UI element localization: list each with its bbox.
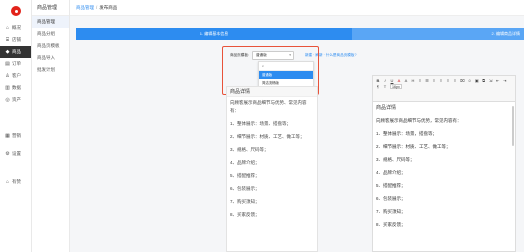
nav-label: 客户 xyxy=(12,73,21,78)
text-icon[interactable]: T xyxy=(383,84,387,89)
clear-format-icon[interactable]: ⌧ xyxy=(460,78,465,83)
preview-title: 商品详情 xyxy=(227,87,317,97)
dropdown-option-normal[interactable]: 普通版 xyxy=(259,71,313,79)
preview-body: 向顾客展示商品细节与优势、常见内容有： 1、整体展示：场景、搭盘等； 2、细节展… xyxy=(227,97,317,226)
emoji-icon[interactable]: ☺ xyxy=(468,78,472,83)
breadcrumb: 商品管理 / 发布商品 xyxy=(70,0,524,16)
preview-line: 2、细节展示：材质、工艺、做工等； xyxy=(230,133,305,139)
chart-icon: ▥ xyxy=(5,84,10,91)
preview-line: 4、品牌介绍； xyxy=(230,159,260,165)
sub-item-page-template[interactable]: 商品页模板 xyxy=(32,40,69,52)
align-center-button[interactable]: ☰ xyxy=(425,78,429,83)
nav-item-settings[interactable]: ⚙ 设置 xyxy=(0,148,31,160)
preview-line: 5、搭配推荐； xyxy=(230,172,260,178)
secondary-sidebar: 商品管理 商品管理 商品分组 商品页模板 商品导入 批发计划 xyxy=(32,0,70,252)
rich-text-editor: B I U A A H ≡ ☰ ≡ ≡ ≡ ≡ ⌧ ☺ ▣ ⧉ ⇲ ⇤ ⇥ ¶ … xyxy=(372,75,516,252)
editor-line: 4．品牌介绍； xyxy=(376,169,406,175)
italic-button[interactable]: I xyxy=(383,78,387,83)
nav-item-customers[interactable]: ♙ 客户 xyxy=(0,70,31,82)
link-icon[interactable]: ⇲ xyxy=(489,78,493,83)
preview-line: 3、规格、尺码等； xyxy=(230,146,269,152)
table-icon[interactable]: ⧉ xyxy=(482,78,486,83)
font-size-select[interactable]: 16px xyxy=(390,84,402,89)
bg-color-button[interactable]: A xyxy=(404,78,408,83)
nav-label: 订单 xyxy=(12,61,21,66)
step-bar: 1. 编辑基本信息 2. 编辑商品详情 xyxy=(76,28,524,40)
nav-item-marketing[interactable]: ▦ 营销 xyxy=(0,130,31,142)
preview-line: 6、包装展示； xyxy=(230,185,260,191)
underline-button[interactable]: U xyxy=(390,78,394,83)
list-ol-button[interactable]: ≡ xyxy=(439,78,443,83)
preview-line: 1、整体展示：场景、搭盘等； xyxy=(230,120,292,126)
subbar-title: 商品管理 xyxy=(32,0,69,16)
marketing-icon: ▦ xyxy=(5,132,10,139)
nav-label: 营销 xyxy=(12,133,21,138)
nav-item-data[interactable]: ▥ 数据 xyxy=(0,82,31,94)
nav-item-assets[interactable]: ◎ 资产 xyxy=(0,94,31,106)
editor-line: 向顾客展示商品细节与优势，常见内容有： xyxy=(376,117,462,123)
align-right-button[interactable]: ≡ xyxy=(432,78,436,83)
sub-item-goods-group[interactable]: 商品分组 xyxy=(32,28,69,40)
editor-line: 2．细节展示：材质、工艺、做工等； xyxy=(376,143,451,149)
step-edit-basic[interactable]: 1. 编辑基本信息 xyxy=(76,28,358,40)
sub-item-wholesale[interactable]: 批发计划 xyxy=(32,64,69,76)
wallet-icon: ◎ xyxy=(5,96,10,103)
editor-line: 6．包装展示； xyxy=(376,195,406,201)
editor-line: 7．购买须知； xyxy=(376,208,406,214)
list-ul-button[interactable]: ≡ xyxy=(446,78,450,83)
logo[interactable] xyxy=(0,0,32,22)
breadcrumb-separator: / xyxy=(96,5,98,10)
shop-icon: ⌸ xyxy=(5,36,9,43)
font-color-button[interactable]: A xyxy=(397,78,401,83)
nav-label: 资产 xyxy=(12,97,21,102)
editor-line: 5．搭配推荐； xyxy=(376,182,406,188)
main-sidebar: ⌂ 概况 ⌸ 店铺 ◆ 商品 ▤ 订单 ♙ 客户 ▥ 数据 ◎ 资产 ▦ 营销 ⚙ 设置 ⌂ 有赞 xyxy=(0,0,32,252)
outdent-icon[interactable]: ⇤ xyxy=(496,78,500,83)
search-icon: ⌕ xyxy=(262,64,265,68)
nav-item-orders[interactable]: ▤ 订单 xyxy=(0,58,31,70)
heading-button[interactable]: H xyxy=(411,78,415,83)
nav-label: 有赞 xyxy=(12,179,21,184)
preview-line: 8、买家反馈； xyxy=(230,211,260,217)
indent-icon[interactable]: ⇥ xyxy=(503,78,507,83)
nav-label: 店铺 xyxy=(12,37,21,42)
order-icon: ▤ xyxy=(5,60,10,67)
breadcrumb-parent[interactable]: 商品管理 xyxy=(76,5,94,11)
preview-line: 向顾客展示商品细节与优势、常见内容有： xyxy=(230,100,307,113)
nav-label: 商品 xyxy=(12,49,21,54)
editor-line: 3．规格、尺码等； xyxy=(376,156,415,162)
editor-heading: 商品详情 xyxy=(376,105,397,111)
bold-button[interactable]: B xyxy=(376,78,380,83)
sub-item-goods-manage[interactable]: 商品管理 xyxy=(32,16,69,28)
step-edit-detail[interactable]: 2. 编辑商品详情 xyxy=(352,28,524,40)
image-icon[interactable]: ▣ xyxy=(475,78,479,83)
editor-line: 8．买家反馈； xyxy=(376,221,406,227)
gear-icon: ⚙ xyxy=(5,150,10,157)
goods-icon: ◆ xyxy=(5,48,10,55)
home-icon: ⌂ xyxy=(5,24,10,31)
nav-item-overview[interactable]: ⌂ 概况 xyxy=(0,22,31,34)
preview-line: 7、购买须知； xyxy=(230,198,260,204)
nav-label: 设置 xyxy=(12,151,21,156)
nav-label: 概况 xyxy=(12,25,21,30)
editor-content[interactable]: 商品详情 向顾客展示商品细节与优势，常见内容有： 1．整体展示：场景，搭盘等； … xyxy=(373,102,515,237)
breadcrumb-current: 发布商品 xyxy=(99,4,118,10)
align-left-button[interactable]: ≡ xyxy=(418,78,422,83)
indent-button[interactable]: ≡ xyxy=(453,78,457,83)
paragraph-icon[interactable]: ¶ xyxy=(376,84,380,89)
dropdown-search[interactable]: ⌕ xyxy=(259,62,313,71)
app-icon: ⌂ xyxy=(5,178,10,185)
editor-toolbar: B I U A A H ≡ ☰ ≡ ≡ ≡ ≡ ⌧ ☺ ▣ ⧉ ⇲ ⇤ ⇥ ¶ … xyxy=(373,76,515,102)
nav-item-app[interactable]: ⌂ 有赞 xyxy=(0,176,31,188)
detail-preview: 商品详情 向顾客展示商品细节与优势、常见内容有： 1、整体展示：场景、搭盘等； … xyxy=(226,86,318,252)
nav-item-goods[interactable]: ◆ 商品 xyxy=(0,46,31,58)
editor-line: 1．整体展示：场景，搭盘等； xyxy=(376,130,438,136)
app-root: ⌂ 概况 ⌸ 店铺 ◆ 商品 ▤ 订单 ♙ 客户 ▥ 数据 ◎ 资产 ▦ 营销 ⚙ 设置 ⌂ 有赞 … xyxy=(0,0,524,252)
nav-label: 数据 xyxy=(12,85,21,90)
sub-item-import[interactable]: 商品导入 xyxy=(32,52,69,64)
editor-scrollbar[interactable] xyxy=(512,106,514,146)
logo-mark xyxy=(11,6,21,16)
user-icon: ♙ xyxy=(5,72,10,79)
nav-item-shop[interactable]: ⌸ 店铺 xyxy=(0,34,31,46)
